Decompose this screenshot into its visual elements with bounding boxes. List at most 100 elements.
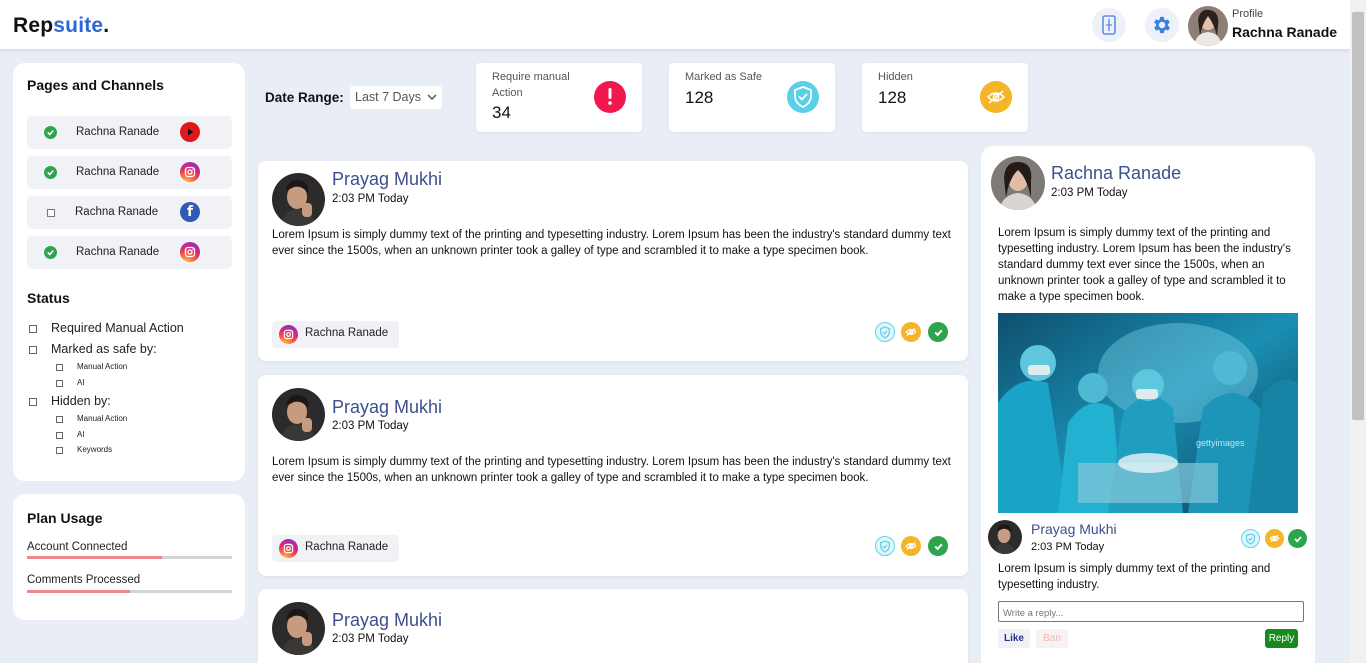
- hidden-keywords-label: Keywords: [77, 445, 113, 454]
- approve-button[interactable]: [1288, 529, 1307, 548]
- logo-part-rep: Rep: [13, 14, 54, 37]
- safe-by-checkbox[interactable]: [29, 346, 37, 354]
- post-channel-chip[interactable]: Rachna Ranade: [272, 321, 399, 348]
- channel-item[interactable]: Rachna Ranade: [27, 116, 232, 149]
- comment-author[interactable]: Prayag Mukhi: [1031, 521, 1117, 537]
- scrollbar-thumb[interactable]: [1352, 12, 1364, 420]
- mark-safe-button[interactable]: [875, 322, 895, 342]
- post-text: Lorem Ipsum is simply dummy text of the …: [272, 456, 951, 484]
- approve-button[interactable]: [928, 322, 948, 342]
- plan-usage-panel: Plan Usage Account Connected Comments Pr…: [13, 494, 245, 620]
- post-image[interactable]: gettyimages: [998, 313, 1298, 513]
- status-title: Status: [27, 290, 70, 306]
- detail-text: Lorem Ipsum is simply dummy text of the …: [998, 227, 1291, 303]
- detail-author[interactable]: Rachna Ranade: [1051, 163, 1181, 184]
- top-bar: Repsuite. Profile Rachna Ranade: [0, 0, 1350, 49]
- hidden-ai-label: AI: [77, 430, 85, 439]
- hidden-by-label: Hidden by:: [51, 394, 111, 408]
- post-channel-name: Rachna Ranade: [305, 541, 389, 553]
- hidden-keywords-checkbox[interactable]: [56, 447, 63, 454]
- reply-input[interactable]: [998, 601, 1304, 622]
- mark-safe-button[interactable]: [875, 536, 895, 556]
- channel-checkbox[interactable]: [47, 209, 55, 217]
- phone-button[interactable]: [1092, 8, 1126, 42]
- like-button[interactable]: Like: [998, 629, 1030, 648]
- stat-value: 128: [685, 88, 714, 107]
- safe-manual-label: Manual Action: [77, 362, 128, 371]
- date-range-select[interactable]: Last 7 Days: [350, 86, 442, 109]
- youtube-icon: [180, 122, 200, 142]
- author-avatar[interactable]: [272, 388, 325, 441]
- post-card[interactable]: Prayag Mukhi 2:03 PM Today Lorem Ipsum i…: [258, 161, 968, 361]
- hide-button[interactable]: [901, 536, 921, 556]
- stat-card-hidden[interactable]: Hidden 128: [862, 63, 1028, 132]
- stat-label: Require manual Action: [492, 71, 570, 99]
- required-action-label: Required Manual Action: [51, 321, 184, 335]
- channels-title: Pages and Channels: [27, 77, 164, 93]
- post-author[interactable]: Prayag Mukhi: [332, 610, 442, 631]
- check-icon[interactable]: [44, 126, 57, 139]
- gear-icon: [1151, 14, 1173, 36]
- channel-item[interactable]: Rachna Ranade f: [27, 196, 232, 229]
- filters-panel: Pages and Channels Rachna Ranade Rachna …: [13, 63, 245, 481]
- channel-name: Rachna Ranade: [75, 206, 159, 218]
- post-detail-panel: Rachna Ranade 2:03 PM Today Lorem Ipsum …: [981, 146, 1315, 663]
- plan-usage-title: Plan Usage: [27, 510, 103, 526]
- profile-label: Profile: [1232, 8, 1264, 20]
- usage-label: Account Connected: [27, 541, 128, 553]
- profile-avatar[interactable]: [1188, 6, 1228, 46]
- post-card[interactable]: Prayag Mukhi 2:03 PM Today Lorem Ipsum i…: [258, 375, 968, 576]
- check-icon[interactable]: [44, 166, 57, 179]
- settings-button[interactable]: [1145, 8, 1179, 42]
- instagram-icon: [279, 539, 298, 558]
- post-text: Lorem Ipsum is simply dummy text of the …: [272, 229, 951, 257]
- channel-item[interactable]: Rachna Ranade: [27, 236, 232, 269]
- stat-label: Hidden: [878, 71, 913, 83]
- post-time: 2:03 PM Today: [332, 193, 409, 205]
- usage-bar-fill: [27, 590, 130, 593]
- channel-item[interactable]: Rachna Ranade: [27, 156, 232, 189]
- comment-author-avatar[interactable]: [988, 520, 1022, 554]
- instagram-icon: [180, 162, 200, 182]
- hide-button[interactable]: [1265, 529, 1284, 548]
- channel-name: Rachna Ranade: [76, 246, 160, 258]
- instagram-icon: [180, 242, 200, 262]
- detail-author-avatar[interactable]: [991, 156, 1045, 210]
- hide-button[interactable]: [901, 322, 921, 342]
- safe-manual-checkbox[interactable]: [56, 364, 63, 371]
- post-time: 2:03 PM Today: [332, 420, 409, 432]
- stat-card-safe[interactable]: Marked as Safe 128: [669, 63, 835, 132]
- reply-button[interactable]: Reply: [1265, 629, 1298, 648]
- logo-part-dot: .: [103, 14, 110, 37]
- hidden-ai-checkbox[interactable]: [56, 432, 63, 439]
- date-range-value: Last 7 Days: [355, 90, 422, 104]
- shield-check-icon: [787, 81, 819, 113]
- post-author[interactable]: Prayag Mukhi: [332, 169, 442, 190]
- channel-name: Rachna Ranade: [76, 166, 160, 178]
- safe-ai-label: AI: [77, 378, 85, 387]
- required-action-checkbox[interactable]: [29, 325, 37, 333]
- safe-by-label: Marked as safe by:: [51, 342, 157, 356]
- mark-safe-button[interactable]: [1241, 529, 1260, 548]
- profile-name[interactable]: Rachna Ranade: [1232, 24, 1337, 40]
- usage-label: Comments Processed: [27, 574, 141, 586]
- approve-button[interactable]: [928, 536, 948, 556]
- post-time: 2:03 PM Today: [332, 633, 409, 645]
- comment-time: 2:03 PM Today: [1031, 541, 1105, 553]
- post-channel-chip[interactable]: Rachna Ranade: [272, 535, 399, 562]
- hidden-by-checkbox[interactable]: [29, 398, 37, 406]
- author-avatar[interactable]: [272, 173, 325, 226]
- post-card[interactable]: Prayag Mukhi 2:03 PM Today: [258, 589, 968, 663]
- ban-button[interactable]: Ban: [1036, 629, 1068, 648]
- facebook-icon: f: [180, 202, 200, 222]
- detail-time: 2:03 PM Today: [1051, 187, 1128, 199]
- check-icon[interactable]: [44, 246, 57, 259]
- image-watermark: gettyimages: [1196, 438, 1245, 448]
- stat-value: 34: [492, 103, 511, 122]
- author-avatar[interactable]: [272, 602, 325, 655]
- post-author[interactable]: Prayag Mukhi: [332, 397, 442, 418]
- safe-ai-checkbox[interactable]: [56, 380, 63, 387]
- app-logo[interactable]: Repsuite.: [13, 14, 109, 38]
- hidden-manual-checkbox[interactable]: [56, 416, 63, 423]
- stat-card-manual[interactable]: Require manual Action 34: [476, 63, 642, 132]
